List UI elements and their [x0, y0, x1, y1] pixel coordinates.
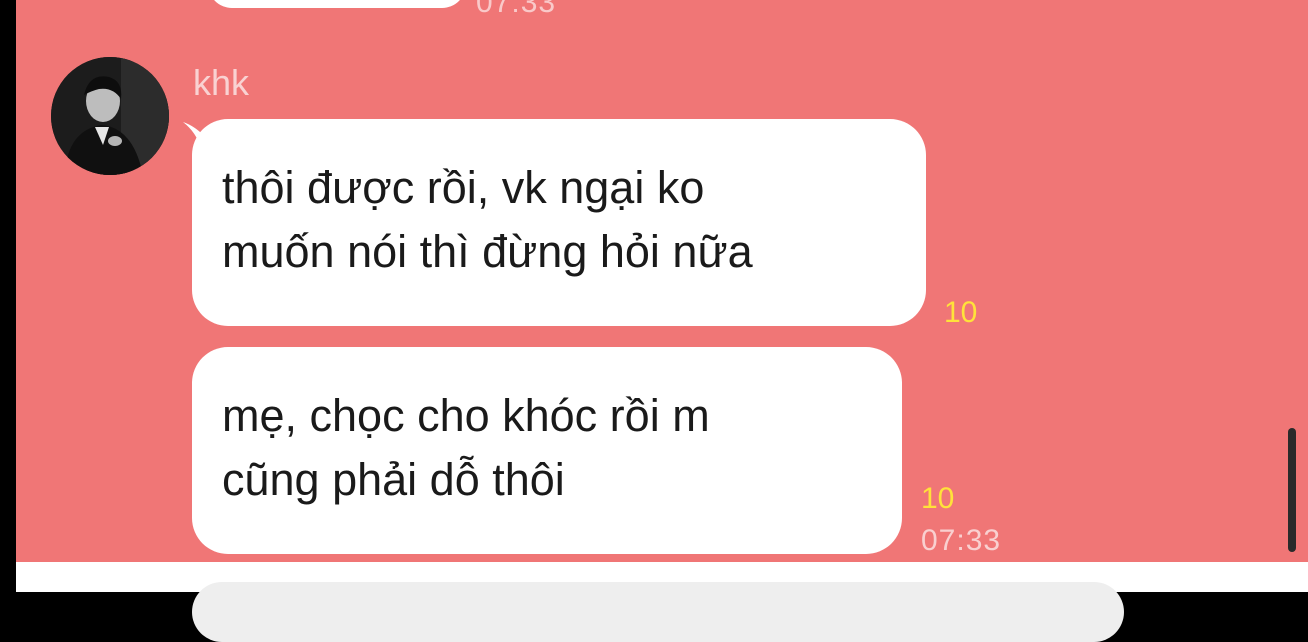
previous-message-bubble[interactable]: [208, 0, 466, 8]
message-line: muốn nói thì đừng hỏi nữa: [222, 226, 753, 277]
avatar[interactable]: [51, 57, 169, 175]
message-time: 07:33: [921, 524, 1002, 557]
scrollbar[interactable]: [1288, 428, 1296, 552]
previous-message-time: 07:33: [476, 0, 557, 19]
read-count: 10: [921, 482, 955, 515]
read-count: 10: [944, 296, 978, 329]
message-line: mẹ, chọc cho khóc rồi m: [222, 390, 710, 441]
chat-area: 07:33 khk thôi được rồi, vk ngại ko muốn…: [16, 0, 1308, 562]
message-input[interactable]: [192, 582, 1124, 642]
message-line: thôi được rồi, vk ngại ko: [222, 162, 705, 213]
message-line: cũng phải dỗ thôi: [222, 454, 565, 505]
message-bubble[interactable]: thôi được rồi, vk ngại ko muốn nói thì đ…: [192, 119, 926, 326]
message-bubble[interactable]: mẹ, chọc cho khóc rồi m cũng phải dỗ thô…: [192, 347, 902, 554]
message-input-area: [16, 562, 1308, 642]
sender-name: khk: [193, 62, 250, 103]
profile-photo-icon: [51, 57, 169, 175]
